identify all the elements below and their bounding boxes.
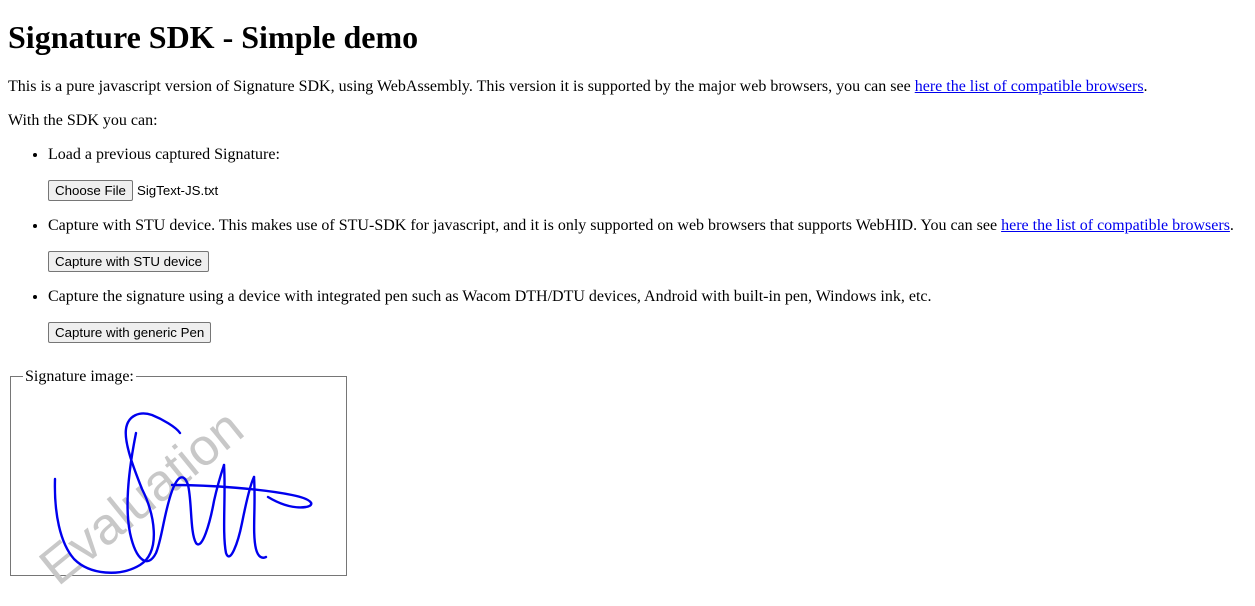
signature-image: Evaluation xyxy=(12,393,346,601)
intro-end: . xyxy=(1143,78,1148,95)
page: Signature SDK - Simple demo This is a pu… xyxy=(8,0,1248,596)
compatible-browsers-link[interactable]: here the list of compatible browsers xyxy=(915,78,1144,95)
signature-legend: Signature image: xyxy=(25,368,134,385)
options-list: Load a previous captured Signature: Choo… xyxy=(8,145,1248,343)
load-signature-text: Load a previous captured Signature: xyxy=(48,146,280,163)
stu-text-end: . xyxy=(1229,217,1234,234)
selected-file-name: SigText-JS.txt xyxy=(136,182,219,198)
pen-capture-text: Capture the signature using a device wit… xyxy=(48,288,932,305)
signature-fieldset: Signature image: Evaluation xyxy=(10,368,347,596)
intro-text: This is a pure javascript version of Sig… xyxy=(8,78,915,95)
list-item-pen: Capture the signature using a device wit… xyxy=(48,287,1248,343)
evaluation-watermark: Evaluation xyxy=(29,398,254,596)
file-input: Choose File SigText-JS.txt xyxy=(48,179,1248,201)
stu-capture-text: Capture with STU device. This makes use … xyxy=(48,217,1002,234)
with-sdk-text: With the SDK you can: xyxy=(8,112,158,129)
signature-stroke-3 xyxy=(222,463,256,558)
capture-pen-button[interactable]: Capture with generic Pen xyxy=(48,321,212,343)
page-title: Signature SDK - Simple demo xyxy=(8,19,419,55)
list-item-load: Load a previous captured Signature: Choo… xyxy=(48,145,1248,201)
intro-paragraph: This is a pure javascript version of Sig… xyxy=(8,77,1248,96)
pen-button-row: Capture with generic Pen xyxy=(48,321,1248,343)
choose-file-button[interactable]: Choose File xyxy=(48,179,133,201)
capture-stu-button[interactable]: Capture with STU device xyxy=(48,250,210,272)
stu-button-row: Capture with STU device xyxy=(48,250,1248,272)
list-item-stu: Capture with STU device. This makes use … xyxy=(48,216,1248,272)
signature-svg: Evaluation xyxy=(29,398,313,596)
webhid-browsers-link[interactable]: here the list of compatible browsers xyxy=(1001,217,1230,234)
